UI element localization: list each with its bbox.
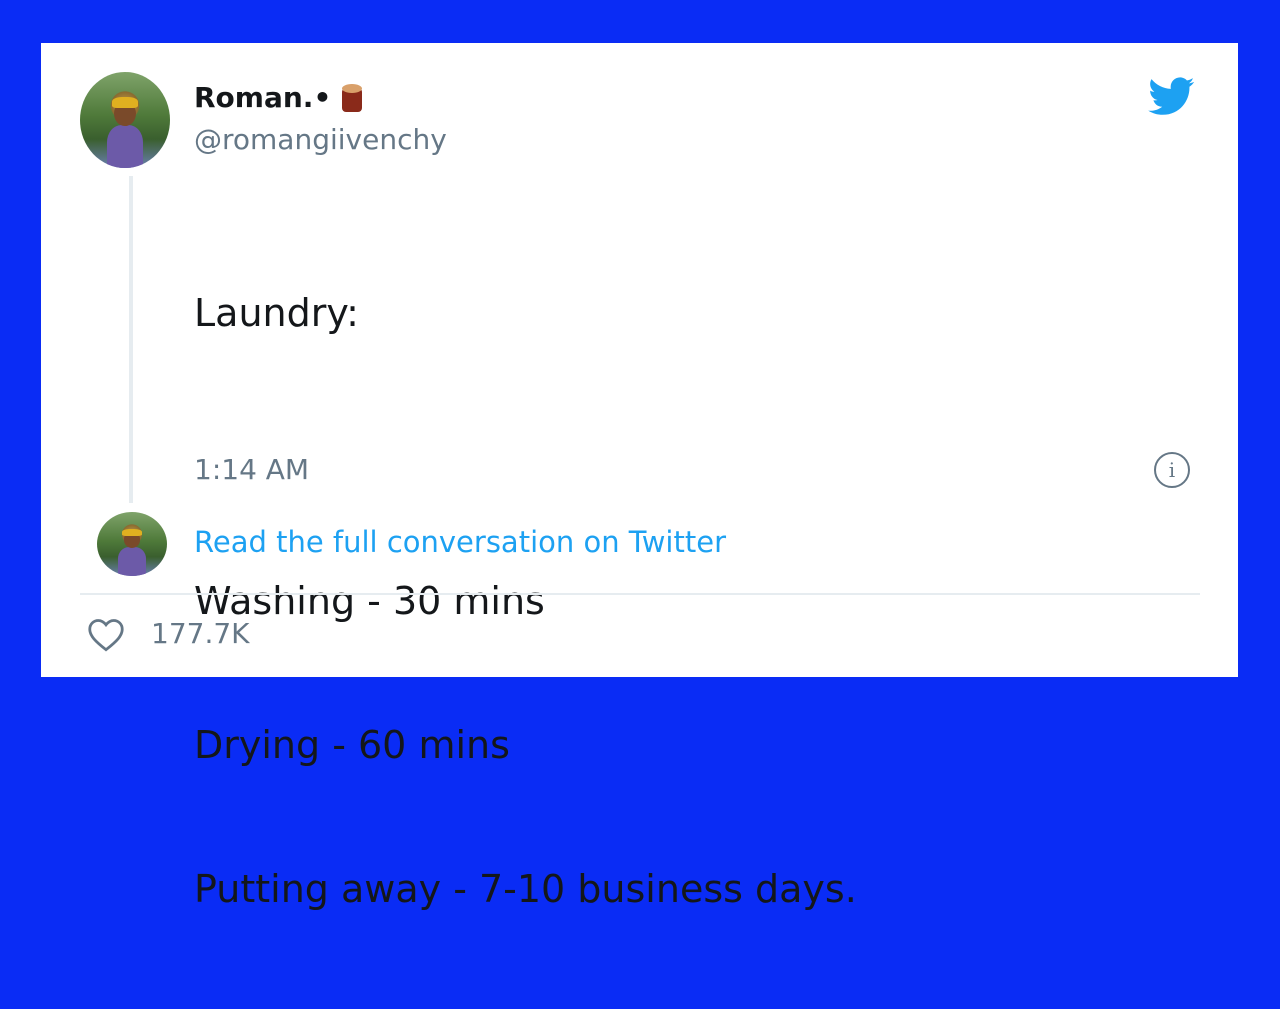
like-count[interactable]: 177.7K — [151, 617, 250, 650]
tweet-timestamp[interactable]: 1:14 AM — [194, 453, 309, 486]
tweet-card: Roman.• @romangiivenchy Laundry: Washing… — [41, 43, 1238, 911]
author-name-row[interactable]: Roman.• — [194, 81, 365, 114]
tweet-text: Laundry: Washing - 30 mins Drying - 60 m… — [194, 193, 857, 1009]
thread-line — [129, 176, 133, 503]
tweet-line: Putting away - 7-10 business days. — [194, 867, 857, 911]
heart-icon[interactable] — [87, 618, 125, 652]
twitter-bird-icon[interactable] — [1146, 73, 1198, 119]
tweet-line: Laundry: — [194, 291, 359, 335]
read-full-conversation-link[interactable]: Read the full conversation on Twitter — [194, 525, 726, 559]
log-icon — [339, 82, 365, 114]
info-icon[interactable]: i — [1154, 452, 1190, 488]
author-name[interactable]: Roman.• — [194, 81, 331, 114]
tweet-line: Drying - 60 mins — [194, 723, 510, 767]
divider — [80, 593, 1200, 595]
author-avatar[interactable] — [80, 72, 170, 168]
author-avatar-small[interactable] — [97, 512, 167, 576]
author-handle[interactable]: @romangiivenchy — [194, 123, 447, 156]
tweet-line: Washing - 30 mins — [194, 579, 545, 623]
